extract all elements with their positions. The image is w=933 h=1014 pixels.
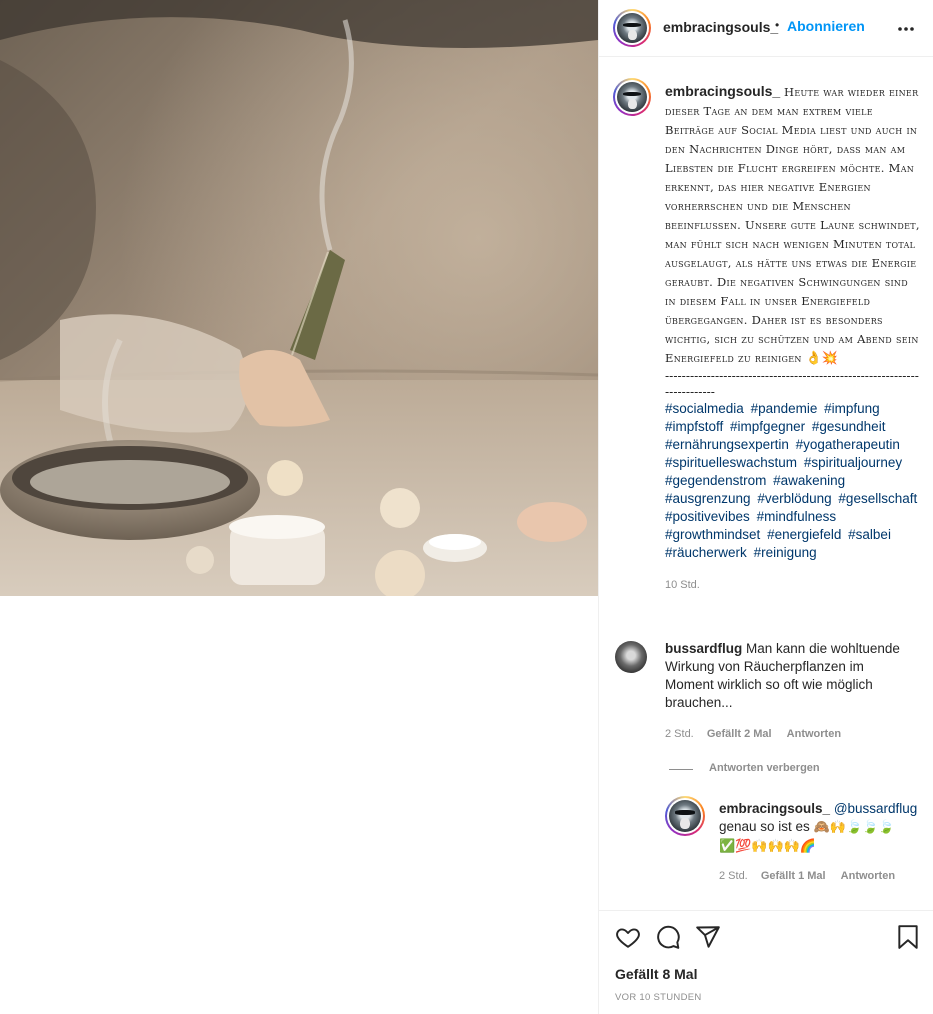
hashtag-link[interactable]: #spirituelleswachstum — [665, 455, 797, 470]
hashtag-link[interactable]: #räucherwerk — [665, 545, 747, 560]
hashtag-link[interactable]: #ernährungsexpertin — [665, 437, 789, 452]
likes-count[interactable]: Gefällt 8 Mal — [615, 966, 697, 982]
hide-replies-line — [669, 769, 693, 770]
hashtag-link[interactable]: #reinigung — [754, 545, 817, 560]
hashtag-link[interactable]: #awakening — [773, 473, 845, 488]
hashtag-link[interactable]: #salbei — [848, 527, 891, 542]
post-caption: embracingsouls_ Heute war wieder einer d… — [665, 82, 921, 594]
header-separator: • — [775, 18, 780, 32]
comment-reply-button[interactable]: Antworten — [787, 728, 841, 740]
caption-author[interactable]: embracingsouls_ — [665, 83, 780, 99]
hashtag-link[interactable]: #energiefeld — [767, 527, 841, 542]
caption-text: Heute war wieder einer dieser Tage an de… — [665, 85, 920, 365]
post-header: embracingsouls_ • Abonnieren — [599, 0, 933, 57]
hashtag-link[interactable]: #gesundheit — [812, 419, 886, 434]
hashtag-link[interactable]: #socialmedia — [665, 401, 744, 416]
hashtag-link[interactable]: #positivevibes — [665, 509, 750, 524]
comment-icon[interactable] — [655, 924, 681, 950]
commenter-avatar[interactable] — [615, 641, 647, 673]
reply-mention[interactable]: @bussardflug — [834, 801, 918, 816]
reply-time[interactable]: 2 Std. — [719, 870, 748, 882]
reply: embracingsouls_ @bussardflug genau so is… — [719, 800, 924, 856]
hashtag-link[interactable]: #ausgrenzung — [665, 491, 751, 506]
hashtag-link[interactable]: #verblödung — [757, 491, 831, 506]
caption-divider: ----------------------------------------… — [665, 369, 919, 399]
author-username[interactable]: embracingsouls_ — [663, 19, 778, 35]
reply-text: genau so ist es — [719, 819, 810, 834]
paper-plane-icon[interactable] — [695, 924, 721, 950]
post-photo[interactable] — [0, 0, 598, 596]
caption-author-avatar[interactable] — [613, 78, 651, 116]
comment: bussardflug Man kann die wohltuende Wirk… — [665, 640, 915, 712]
hashtag-link[interactable]: #gegendenstrom — [665, 473, 766, 488]
hashtag-link[interactable]: #impfgegner — [730, 419, 805, 434]
comment-likes[interactable]: Gefällt 2 Mal — [707, 728, 772, 740]
caption-emojis: 👌💥 — [805, 351, 838, 366]
more-options-icon[interactable] — [896, 19, 916, 39]
reply-reply-button[interactable]: Antworten — [841, 870, 895, 882]
hashtag-link[interactable]: #growthmindset — [665, 527, 760, 542]
reply-author-avatar[interactable] — [665, 796, 705, 836]
post-side-panel: embracingsouls_ • Abonnieren embracingso… — [598, 0, 933, 1014]
comment-time[interactable]: 2 Std. — [665, 728, 694, 740]
reply-likes[interactable]: Gefällt 1 Mal — [761, 870, 826, 882]
hashtag-link[interactable]: #yogatherapeutin — [796, 437, 900, 452]
hashtag-link[interactable]: #mindfulness — [757, 509, 837, 524]
reply-emojis-2: ✅💯🙌🙌🙌🌈 — [719, 839, 817, 854]
hide-replies-button[interactable]: Antworten verbergen — [709, 762, 820, 774]
caption-time[interactable]: 10 Std. — [665, 576, 921, 594]
hashtag-link[interactable]: #spiritualjourney — [804, 455, 902, 470]
follow-button[interactable]: Abonnieren — [787, 18, 865, 34]
hashtag-link[interactable]: #pandemie — [751, 401, 818, 416]
comment-author[interactable]: bussardflug — [665, 641, 742, 656]
actions-divider — [599, 910, 933, 911]
hashtag-link[interactable]: #impfstoff — [665, 419, 723, 434]
reply-meta: 2 Std. Gefällt 1 Mal Antworten — [719, 870, 907, 882]
bookmark-icon[interactable] — [895, 924, 921, 950]
author-avatar[interactable] — [613, 9, 651, 47]
hashtag-link[interactable]: #gesellschaft — [838, 491, 917, 506]
reply-emojis-1: 🙈🙌🍃🍃🍃 — [813, 820, 895, 835]
comment-meta: 2 Std. Gefällt 2 Mal Antworten — [665, 728, 853, 740]
reply-author[interactable]: embracingsouls_ — [719, 801, 830, 816]
hashtag-list: #socialmedia #pandemie #impfung #impfsto… — [665, 400, 921, 562]
heart-icon[interactable] — [615, 924, 641, 950]
post-timestamp[interactable]: VOR 10 STUNDEN — [615, 992, 702, 1003]
hashtag-link[interactable]: #impfung — [824, 401, 880, 416]
